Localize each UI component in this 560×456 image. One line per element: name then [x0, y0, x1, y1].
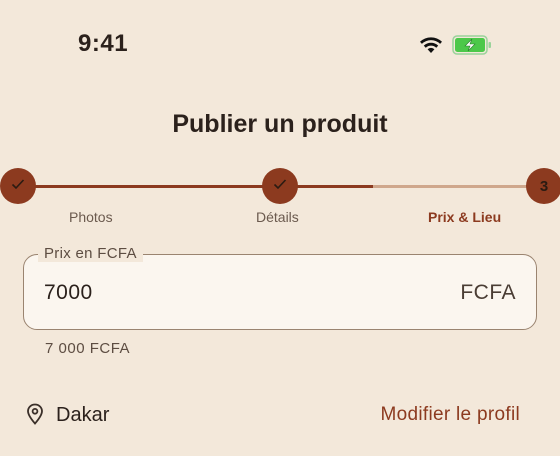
location-pin-icon [26, 403, 44, 430]
step-label-price-location: Prix & Lieu [428, 209, 502, 225]
location-city: Dakar [56, 404, 110, 426]
step-photos-check[interactable] [0, 168, 36, 204]
step-label-details: Détails [256, 209, 299, 225]
check-icon [273, 177, 287, 195]
price-input-label: Prix en FCFA [38, 245, 143, 262]
progress-line-remaining [373, 185, 543, 188]
step-number: 3 [539, 177, 549, 195]
wifi-icon [419, 36, 443, 59]
check-icon [11, 177, 25, 195]
edit-profile-link[interactable]: Modifier le profil [380, 404, 520, 426]
status-time: 9:41 [78, 30, 129, 57]
price-input-value[interactable]: 7000 [44, 281, 93, 305]
price-currency-suffix: FCFA [460, 281, 516, 304]
battery-charging-icon [452, 35, 492, 60]
status-bar: 9:41 [0, 0, 560, 90]
step-price-location-number[interactable]: 3 [526, 168, 560, 204]
page-title: Publier un produit [172, 110, 388, 138]
step-label-photos: Photos [69, 209, 113, 225]
progress-line-completed [18, 185, 373, 188]
step-details-check[interactable] [262, 168, 298, 204]
price-helper-text: 7 000 FCFA [45, 340, 131, 357]
